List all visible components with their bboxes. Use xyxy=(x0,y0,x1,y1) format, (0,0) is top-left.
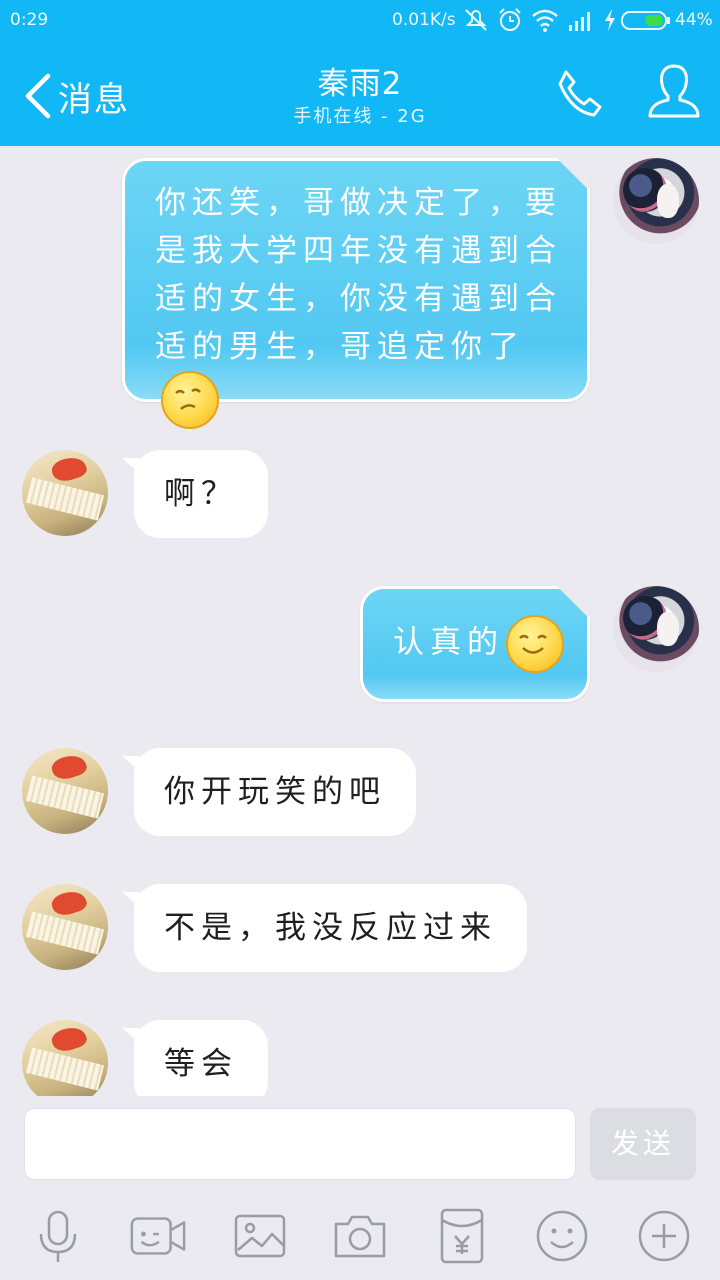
message-item: 认真的 xyxy=(0,586,720,706)
battery-percent: 44% xyxy=(675,10,713,30)
message-item: 啊？ xyxy=(0,450,720,546)
message-item: 你还笑，哥做决定了，要是我大学四年没有遇到合适的女生，你没有遇到合适的男生，哥追… xyxy=(0,146,720,429)
avatar-contact[interactable] xyxy=(22,748,108,834)
message-bubble-incoming[interactable]: 不是，我没反应过来 xyxy=(134,884,527,972)
mute-icon xyxy=(463,7,489,38)
status-bar: 0:29 0.01K/s 44% xyxy=(0,0,720,40)
message-bubble-outgoing[interactable]: 你还笑，哥做决定了，要是我大学四年没有遇到合适的女生，你没有遇到合适的男生，哥追… xyxy=(122,158,590,429)
wifi-icon xyxy=(531,7,559,38)
chat-header: 消息 秦雨2 手机在线 - 2G xyxy=(0,40,720,146)
message-text: 等会 xyxy=(164,1046,238,1082)
composer-toolbar xyxy=(0,1186,720,1280)
profile-button[interactable] xyxy=(644,62,704,124)
message-item: 等会 xyxy=(0,1020,720,1096)
emoji-icon[interactable] xyxy=(532,1206,592,1266)
message-text: 认真的 xyxy=(393,615,564,673)
composer: 发送 xyxy=(0,1096,720,1186)
contact-status: 手机在线 - 2G xyxy=(293,106,427,127)
message-bubble-incoming[interactable]: 啊？ xyxy=(134,450,268,538)
phone-icon xyxy=(558,70,602,117)
message-input[interactable] xyxy=(24,1108,576,1180)
message-bubble-outgoing[interactable]: 认真的 xyxy=(360,586,590,702)
avatar-contact[interactable] xyxy=(22,884,108,970)
sad-face-emoji xyxy=(161,371,219,429)
network-speed: 0.01K/s xyxy=(392,10,456,30)
message-bubble-incoming[interactable]: 等会 xyxy=(134,1020,268,1096)
microphone-icon[interactable] xyxy=(28,1206,88,1266)
message-item: 你开玩笑的吧 xyxy=(0,748,720,844)
send-button[interactable]: 发送 xyxy=(590,1108,696,1180)
plus-icon[interactable] xyxy=(634,1206,694,1266)
battery-icon xyxy=(621,7,671,38)
charging-icon xyxy=(602,7,618,38)
message-item: 不是，我没反应过来 xyxy=(0,884,720,980)
image-icon[interactable] xyxy=(230,1206,290,1266)
camera-icon[interactable] xyxy=(330,1206,390,1266)
person-icon xyxy=(648,64,700,118)
message-text: 不是，我没反应过来 xyxy=(164,910,497,946)
smile-face-emoji xyxy=(506,615,564,673)
phone-call-button[interactable] xyxy=(552,66,608,122)
message-text: 你还笑，哥做决定了，要是我大学四年没有遇到合适的女生，你没有遇到合适的男生，哥追… xyxy=(155,179,565,429)
status-time: 0:29 xyxy=(10,10,49,30)
signal-icon xyxy=(567,7,595,38)
message-text: 啊？ xyxy=(164,476,238,512)
message-bubble-incoming[interactable]: 你开玩笑的吧 xyxy=(134,748,416,836)
message-list[interactable]: 你还笑，哥做决定了，要是我大学四年没有遇到合适的女生，你没有遇到合适的男生，哥追… xyxy=(0,146,720,1096)
red-packet-icon[interactable] xyxy=(432,1206,492,1266)
alarm-icon xyxy=(497,7,523,38)
contact-name[interactable]: 秦雨2 xyxy=(0,58,720,103)
avatar-me[interactable] xyxy=(613,586,699,672)
video-chat-icon[interactable] xyxy=(128,1206,190,1266)
message-text: 你开玩笑的吧 xyxy=(164,774,386,810)
avatar-me[interactable] xyxy=(613,158,699,244)
chat-screen: 0:29 0.01K/s 44% 消息 秦雨2 手机在线 - 2G 你还笑，哥做… xyxy=(0,0,720,1280)
avatar-contact[interactable] xyxy=(22,450,108,536)
avatar-contact[interactable] xyxy=(22,1020,108,1096)
